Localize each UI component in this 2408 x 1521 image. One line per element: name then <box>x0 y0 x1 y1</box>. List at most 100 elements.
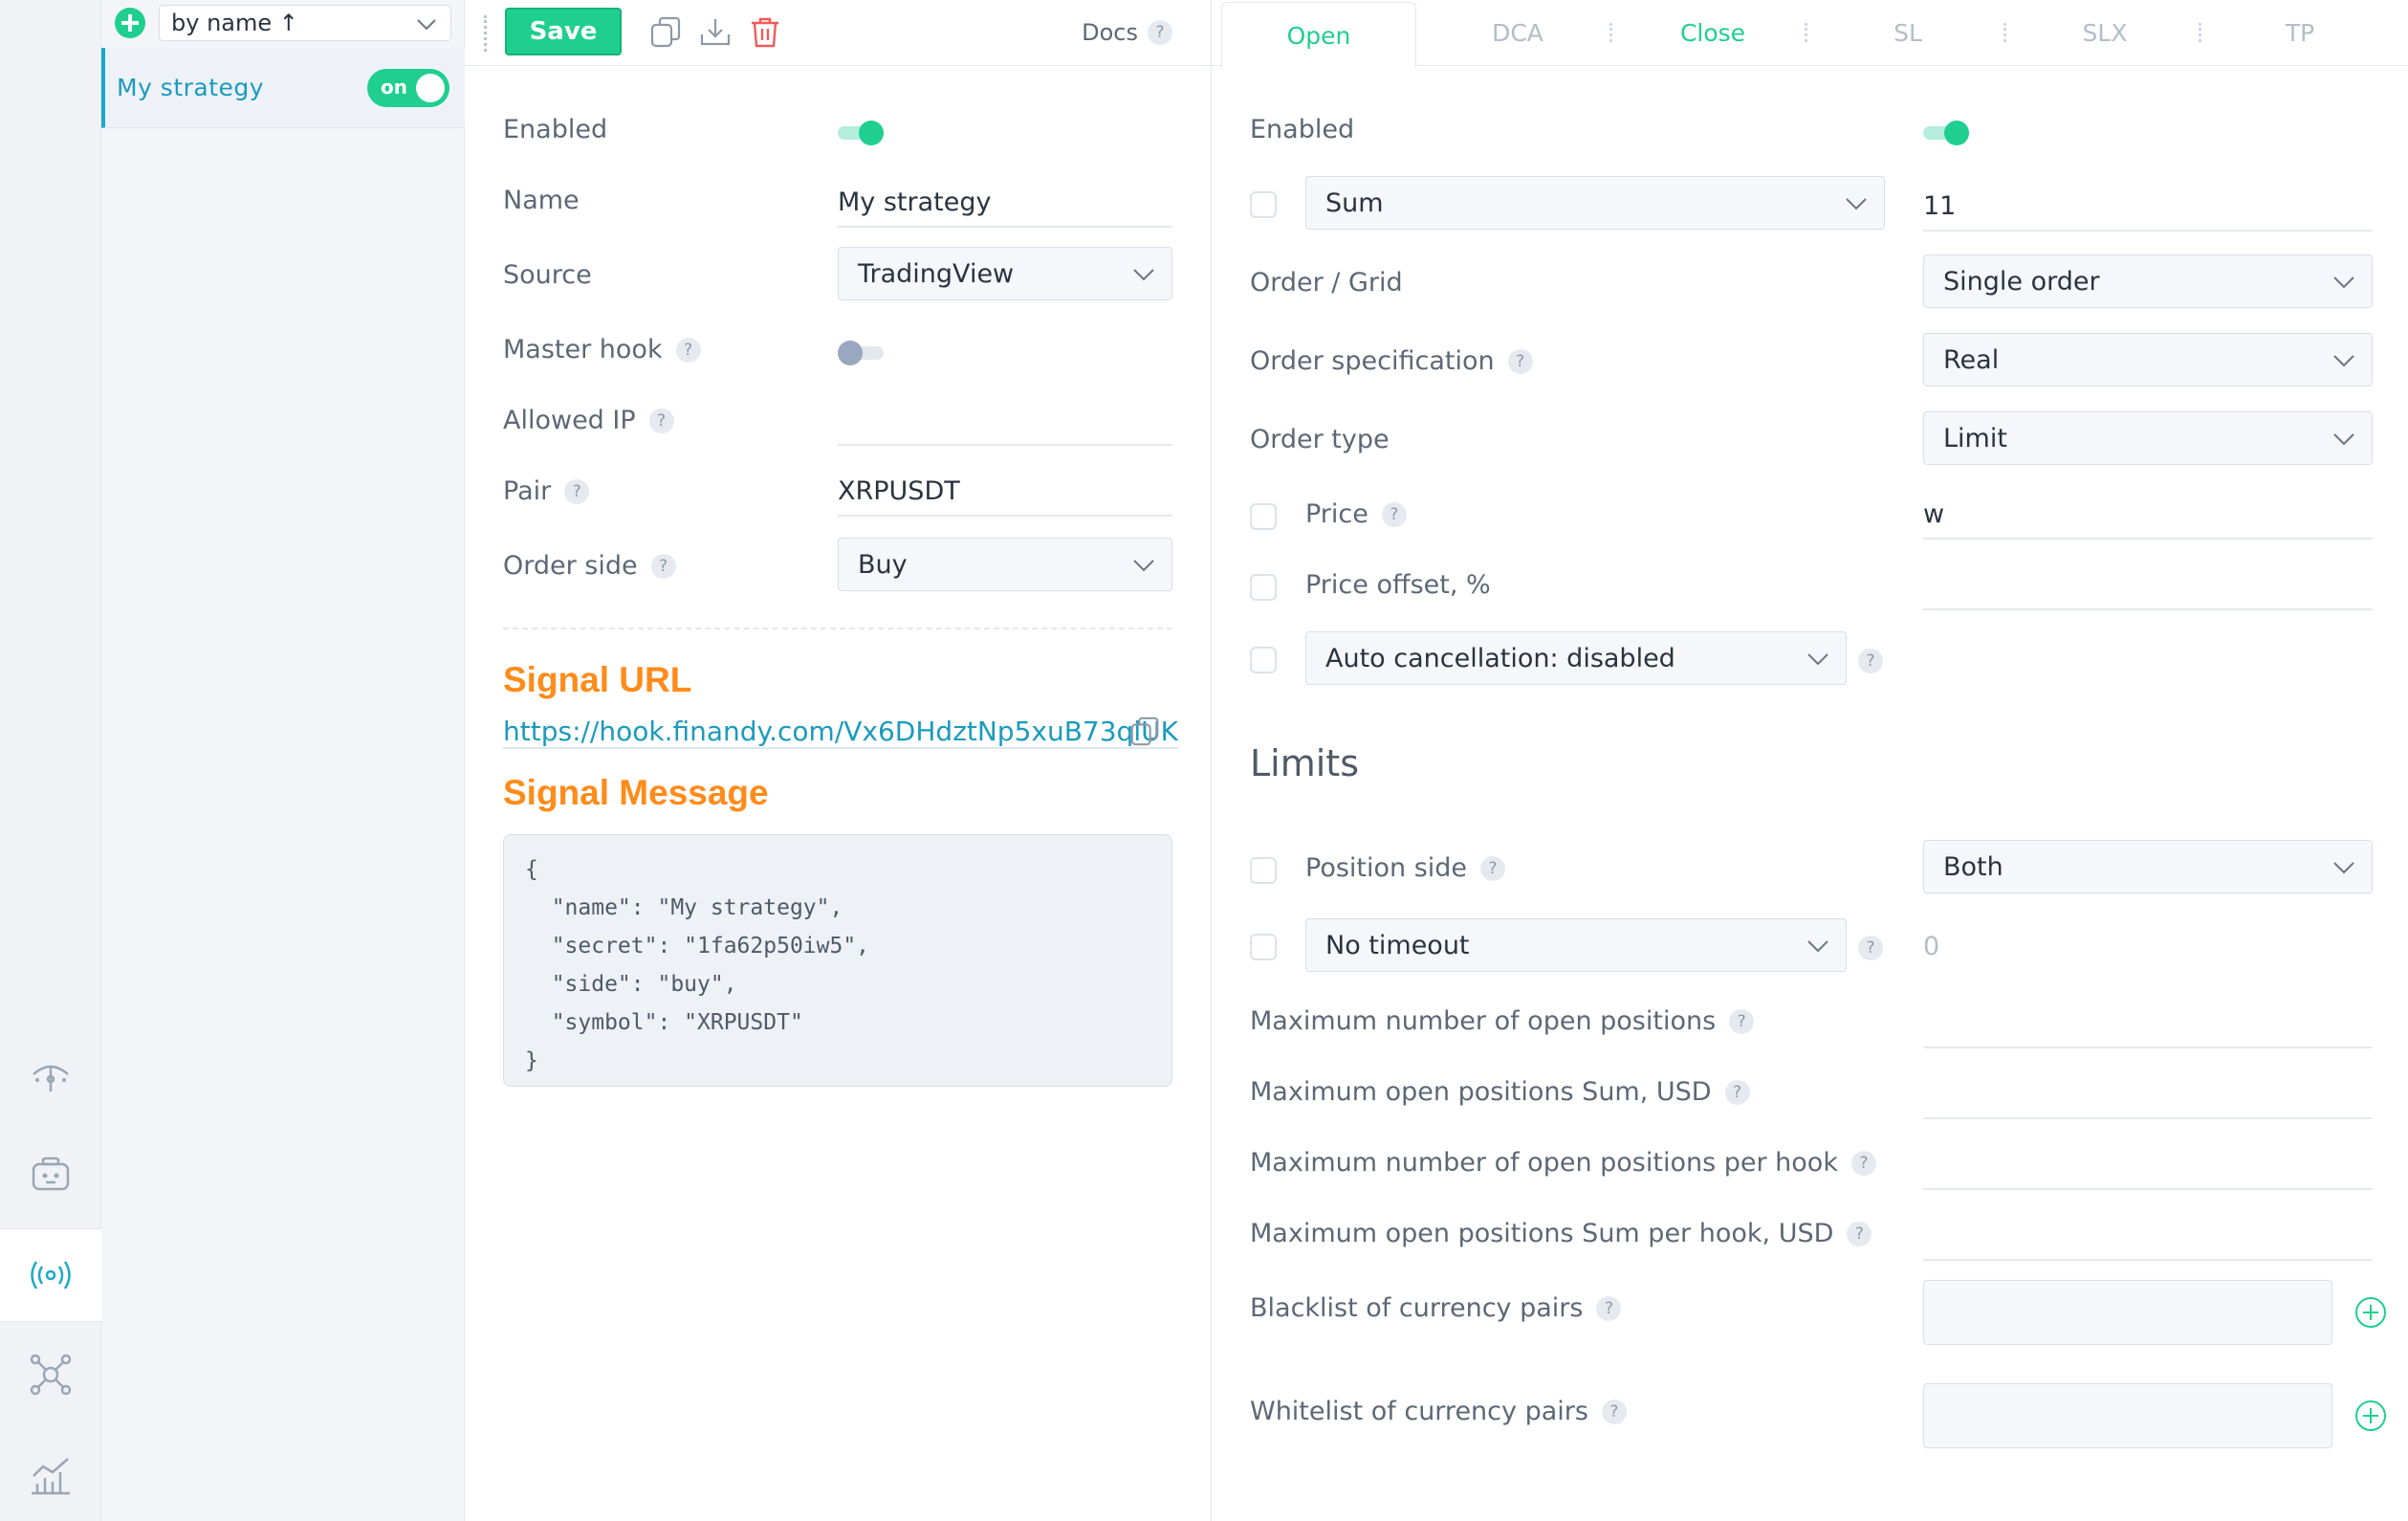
order-grid-select[interactable]: Single order <box>1923 254 2373 308</box>
whitelist-label: Whitelist of currency pairs? <box>1250 1397 1627 1426</box>
order-side-select[interactable]: Buy <box>838 538 1172 591</box>
list-item-label: My strategy <box>117 74 265 101</box>
position-side-checkbox[interactable] <box>1250 857 1277 884</box>
rail-item-signals[interactable] <box>0 1029 101 1123</box>
help-icon[interactable]: ? <box>1507 348 1533 374</box>
strategy-enabled-toggle[interactable]: on <box>367 69 449 107</box>
help-icon[interactable]: ? <box>1847 1221 1872 1246</box>
tab-open[interactable]: Open <box>1221 2 1416 69</box>
toggle-knob <box>1944 121 1969 145</box>
icon-rail <box>0 0 101 1521</box>
price-checkbox[interactable] <box>1250 503 1277 530</box>
max-open-sum-field[interactable] <box>1923 1068 2373 1119</box>
help-icon[interactable]: ? <box>1596 1295 1622 1321</box>
whitelist-input[interactable] <box>1923 1383 2332 1448</box>
signal-tower-icon <box>33 1065 69 1091</box>
pair-field[interactable]: XRPUSDT <box>838 467 1172 517</box>
blacklist-input[interactable] <box>1923 1280 2332 1345</box>
help-icon[interactable]: ? <box>1729 1008 1755 1034</box>
max-open-positions-field[interactable] <box>1923 997 2373 1048</box>
auto-cancel-select[interactable]: Auto cancellation: disabled <box>1305 631 1847 685</box>
enabled-label: Enabled <box>503 115 608 144</box>
master-hook-toggle[interactable] <box>838 341 884 365</box>
tab-slx[interactable]: SLX <box>2007 0 2202 66</box>
tab-close[interactable]: Close <box>1615 0 1810 66</box>
list-item[interactable]: My strategy on <box>101 48 465 128</box>
pair-label: Pair? <box>503 476 590 506</box>
position-side-select[interactable]: Both <box>1923 840 2373 893</box>
drag-handle-icon[interactable] <box>484 15 488 52</box>
help-icon[interactable]: ? <box>1858 936 1883 960</box>
price-offset-checkbox[interactable] <box>1250 574 1277 601</box>
sum-checkbox[interactable] <box>1250 191 1277 218</box>
rail-item-network[interactable] <box>0 1328 101 1422</box>
allowed-ip-label: Allowed IP? <box>503 406 674 435</box>
help-icon[interactable]: ? <box>648 408 674 433</box>
help-icon[interactable]: ? <box>1148 20 1172 45</box>
price-label: Price? <box>1305 499 1407 529</box>
tab-dca[interactable]: DCA <box>1420 0 1615 66</box>
order-spec-select-value: Real <box>1943 344 2000 375</box>
signal-url-link[interactable]: https://hook.finandy.com/Vx6DHdztNp5xuB7… <box>503 716 1178 749</box>
source-select-value: TradingView <box>858 258 1015 289</box>
section-divider <box>503 628 1172 629</box>
max-open-sum-per-hook-field[interactable] <box>1923 1209 2373 1261</box>
timeout-select[interactable]: No timeout <box>1305 918 1847 972</box>
help-icon[interactable]: ? <box>675 337 701 363</box>
toggle-knob <box>838 341 863 365</box>
order-spec-select[interactable]: Real <box>1923 333 2373 386</box>
help-icon[interactable]: ? <box>564 478 590 504</box>
chevron-down-icon <box>2333 433 2354 446</box>
rail-item-analytics[interactable] <box>0 1427 101 1521</box>
name-label: Name <box>503 186 580 215</box>
docs-link[interactable]: Docs ? <box>1082 19 1172 46</box>
chevron-down-icon <box>1807 653 1828 666</box>
broadcast-icon <box>31 1261 71 1290</box>
robot-icon <box>32 1157 70 1191</box>
open-enabled-toggle[interactable] <box>1923 121 1969 145</box>
copy-url-icon[interactable] <box>1128 716 1161 748</box>
add-strategy-button[interactable] <box>115 8 145 38</box>
help-icon[interactable]: ? <box>1724 1079 1750 1105</box>
max-open-per-hook-field[interactable] <box>1923 1138 2373 1190</box>
source-select[interactable]: TradingView <box>838 247 1172 300</box>
timeout-value[interactable]: 0 <box>1923 932 1939 961</box>
sort-select[interactable]: by name ↑ <box>159 5 451 41</box>
tab-separator <box>2199 23 2201 42</box>
rail-item-webhooks[interactable] <box>0 1228 101 1322</box>
download-icon[interactable] <box>698 15 733 50</box>
tab-separator <box>2003 23 2006 42</box>
sum-select[interactable]: Sum <box>1305 176 1885 230</box>
trash-icon[interactable] <box>748 15 782 50</box>
save-button[interactable]: Save <box>505 8 622 55</box>
settings-pane: Save Docs ? Enabled Name My strategy Sou… <box>465 0 1211 1521</box>
blacklist-label: Blacklist of currency pairs? <box>1250 1293 1622 1323</box>
help-icon[interactable]: ? <box>1381 501 1407 527</box>
help-icon[interactable]: ? <box>1850 1150 1876 1176</box>
help-icon[interactable]: ? <box>1858 649 1883 673</box>
enabled-toggle[interactable] <box>838 121 884 145</box>
help-icon[interactable]: ? <box>650 553 676 579</box>
order-spec-label: Order specification? <box>1250 346 1533 376</box>
help-icon[interactable]: ? <box>1601 1399 1627 1424</box>
price-field[interactable]: w <box>1923 490 2373 540</box>
allowed-ip-field[interactable] <box>838 396 1172 446</box>
sum-value-field[interactable]: 11 <box>1923 182 2373 231</box>
tab-sl[interactable]: SL <box>1810 0 2005 66</box>
auto-cancel-checkbox[interactable] <box>1250 647 1277 673</box>
max-open-per-hook-label: Maximum number of open positions per hoo… <box>1250 1148 1876 1178</box>
signal-url-title: Signal URL <box>503 660 692 699</box>
position-side-select-value: Both <box>1943 851 2003 882</box>
copy-icon[interactable] <box>648 15 683 50</box>
max-open-sum-per-hook-label: Maximum open positions Sum per hook, USD… <box>1250 1219 1872 1248</box>
add-blacklist-icon[interactable] <box>2355 1297 2386 1328</box>
name-field[interactable]: My strategy <box>838 178 1172 228</box>
add-whitelist-icon[interactable] <box>2355 1400 2386 1431</box>
rail-item-bots[interactable] <box>0 1129 101 1223</box>
price-offset-field[interactable] <box>1923 561 2373 610</box>
order-type-select[interactable]: Limit <box>1923 411 2373 465</box>
timeout-checkbox[interactable] <box>1250 934 1277 960</box>
help-icon[interactable]: ? <box>1480 855 1506 881</box>
signal-message-code[interactable]: { "name": "My strategy", "secret": "1fa6… <box>503 834 1172 1087</box>
tab-tp[interactable]: TP <box>2202 0 2397 66</box>
